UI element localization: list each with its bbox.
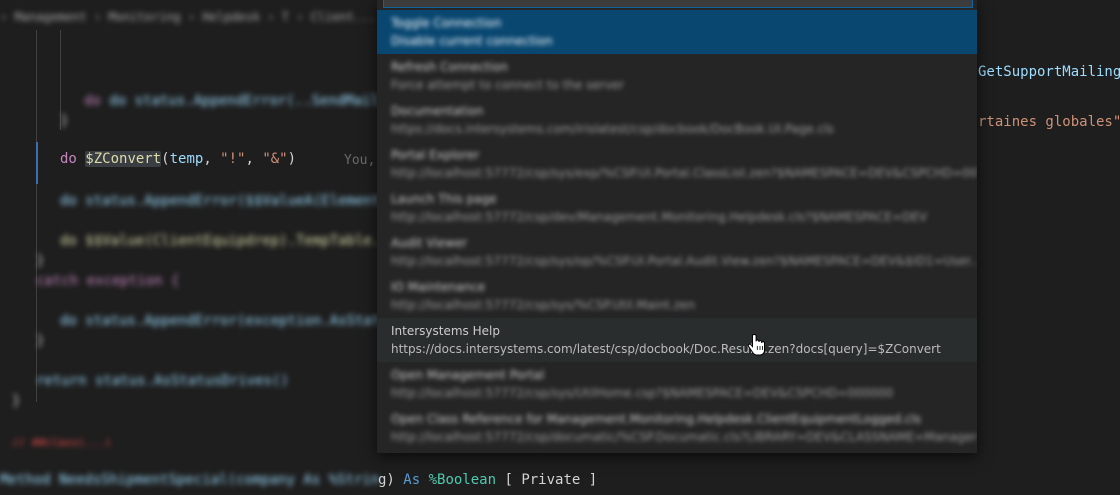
quick-pick-item-label: Refresh Connection bbox=[391, 60, 509, 74]
code-line: return status.AsStatusDrives() bbox=[36, 373, 289, 389]
quick-pick-item-label: Intersystems Help bbox=[391, 324, 500, 338]
focused-code-line[interactable]: do $ZConvert(temp, "!", "&") bbox=[60, 151, 296, 167]
breadcrumb[interactable]: › Management › Monitoring › Helpdesk › T… bbox=[0, 10, 376, 24]
quick-pick-item[interactable]: Launch This page http://localhost:57772/c… bbox=[377, 186, 977, 230]
right-code-fragment: GetSupportMailing rtaines globales"); bbox=[978, 64, 1120, 130]
quick-pick-input[interactable] bbox=[383, 0, 973, 8]
quick-pick-item[interactable]: IO Maintenance http://localhost:57772/csp… bbox=[377, 274, 977, 318]
quick-pick-item-label: IO Maintenance bbox=[391, 280, 486, 294]
quick-pick-item[interactable]: Refresh Connection Force attempt to conne… bbox=[377, 54, 977, 98]
quick-pick-item-label: Launch This page bbox=[391, 192, 497, 206]
error-squiggle-text: // ##class(...) bbox=[12, 436, 112, 449]
code-line: do status.AppendError($$ValueA(ElementId… bbox=[60, 193, 423, 209]
quick-pick-item[interactable]: Intersystems Help https://docs.intersyste… bbox=[377, 318, 977, 362]
quick-pick-item[interactable]: Documentation https://docs.intersystems.c… bbox=[377, 98, 977, 142]
quick-pick-item[interactable]: Audit Viewer http://localhost:57772/csp/s… bbox=[377, 230, 977, 274]
git-inline-blame: You, bbox=[344, 153, 376, 168]
quick-pick-item[interactable]: Open Class Reference for Management.Moni… bbox=[377, 406, 977, 450]
quick-pick-list: Toggle Connection Disable current connect… bbox=[377, 10, 977, 450]
code-line: do status.AppendError(exception.AsStatus… bbox=[60, 313, 423, 329]
code-line: } bbox=[36, 333, 45, 349]
code-line: } bbox=[60, 113, 69, 129]
quick-pick-item-label: Open Management Portal bbox=[391, 368, 545, 382]
quick-pick-menu: Toggle Connection Disable current connect… bbox=[377, 0, 977, 453]
quick-pick-item[interactable]: Portal Explorer http://localhost:57772/cs… bbox=[377, 142, 977, 186]
quick-pick-item-label: Toggle Connection bbox=[391, 16, 502, 30]
quick-pick-item-description: http://localhost:57772/csp/documatic/%CS… bbox=[391, 430, 977, 444]
quick-pick-item-description: http://localhost:57772/csp/sys/UtilHome.… bbox=[391, 386, 894, 400]
quick-pick-item-label: Documentation bbox=[391, 104, 484, 118]
quick-pick-item-description: http://localhost:57772/csp/sys/%CSP.Util… bbox=[391, 298, 696, 312]
code-line: catch exception { bbox=[36, 273, 180, 289]
quick-pick-item-description: https://docs.intersystems.com/latest/csp… bbox=[391, 342, 941, 356]
line-focus-indicator bbox=[36, 142, 38, 184]
code-line: } bbox=[36, 253, 45, 269]
quick-pick-item-description: https://docs.intersystems.com/irislatest… bbox=[391, 122, 834, 136]
quick-pick-item-label: Portal Explorer bbox=[391, 148, 480, 162]
quick-pick-item[interactable]: Open Management Portal http://localhost:5… bbox=[377, 362, 977, 406]
quick-pick-item-description: http://localhost:57772/csp/dev/Managemen… bbox=[391, 210, 928, 224]
quick-pick-item-description: Disable current connection bbox=[391, 34, 553, 48]
quick-pick-item-label: Open Class Reference for Management.Moni… bbox=[391, 412, 921, 426]
code-line: } bbox=[12, 393, 21, 409]
code-line: do $$Value(ClientEquipdrep).TempTable... bbox=[60, 233, 398, 249]
quick-pick-item-description: Force attempt to connect to the server bbox=[391, 78, 625, 92]
quick-pick-item-description: http://localhost:57772/csp/sys/op/%CSP.U… bbox=[391, 254, 977, 268]
quick-pick-item-label: Audit Viewer bbox=[391, 236, 468, 250]
method-signature-line: Method NeedsShipmentSpecial(company As %… bbox=[0, 472, 598, 488]
zconvert-token[interactable]: $ZConvert bbox=[85, 151, 162, 167]
quick-pick-item-description: http://localhost:57772/csp/sys/exp/%CSP.… bbox=[391, 166, 977, 180]
quick-pick-item[interactable]: Toggle Connection Disable current connect… bbox=[377, 10, 977, 54]
